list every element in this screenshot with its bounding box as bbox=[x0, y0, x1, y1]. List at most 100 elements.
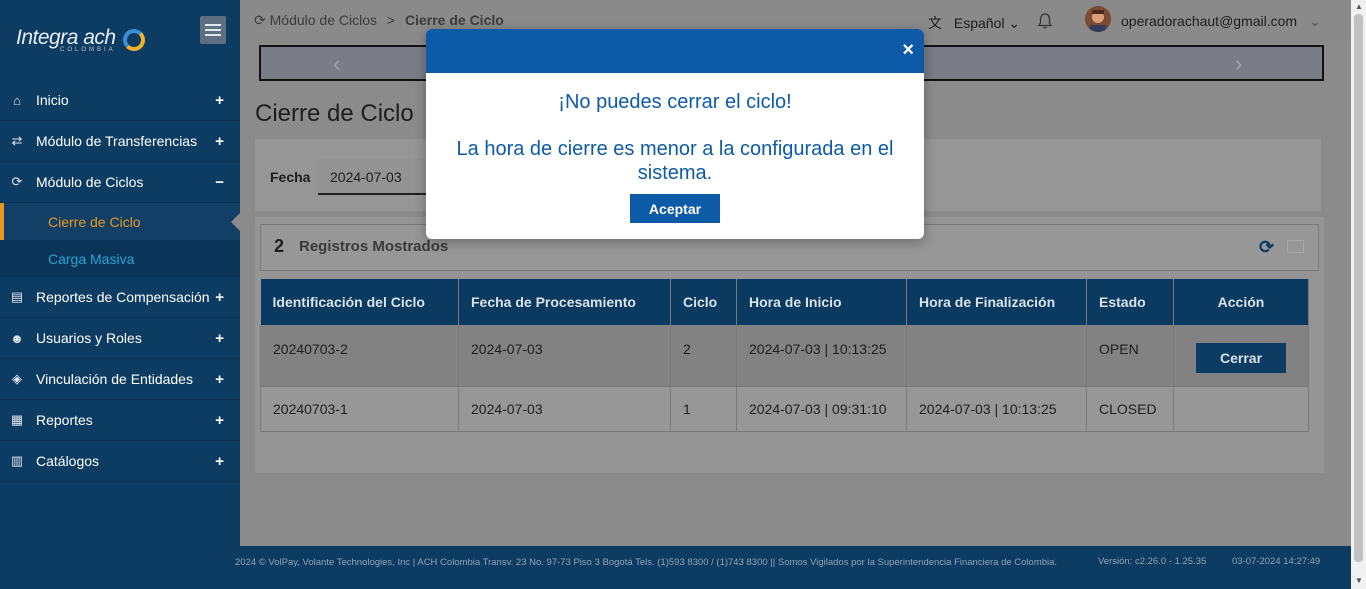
breadcrumb-current: Cierre de Ciclo bbox=[404, 12, 504, 28]
document-icon: ▦ bbox=[10, 412, 24, 427]
user-email: operadorachaut@gmail.com bbox=[1121, 13, 1298, 29]
chevron-right-icon[interactable]: › bbox=[1235, 51, 1242, 77]
column-header: Hora de Inicio bbox=[736, 279, 907, 325]
column-header: Acción bbox=[1173, 279, 1309, 325]
sidebar-item-vinculacion[interactable]: ◈ Vinculación de Entidades + bbox=[0, 359, 240, 400]
cell-ciclo: 2 bbox=[670, 325, 737, 387]
cell-fecha: 2024-07-03 bbox=[458, 325, 671, 387]
date-input[interactable]: 2024-07-03 bbox=[318, 159, 438, 195]
cell-ciclo: 1 bbox=[670, 386, 737, 432]
bell-icon[interactable] bbox=[1036, 12, 1054, 30]
cell-id: 20240703-1 bbox=[260, 386, 459, 432]
home-icon: ⌂ bbox=[13, 92, 21, 108]
close-cycle-button[interactable]: Cerrar bbox=[1196, 343, 1286, 373]
sidebar-item-label: Catálogos bbox=[36, 453, 100, 469]
users-icon: ☻ bbox=[10, 330, 24, 346]
expand-icon: + bbox=[215, 330, 224, 347]
expand-icon: + bbox=[215, 92, 224, 109]
sidebar-item-usuarios-roles[interactable]: ☻ Usuarios y Roles + bbox=[0, 318, 240, 359]
table-header-row: Identificación del Ciclo Fecha de Proces… bbox=[260, 279, 1309, 325]
accept-button[interactable]: Aceptar bbox=[630, 194, 720, 223]
sidebar-item-label: Usuarios y Roles bbox=[36, 330, 142, 346]
cycles-table: Identificación del Ciclo Fecha de Proces… bbox=[260, 279, 1309, 432]
sidebar-item-transferencias[interactable]: ⇄ Módulo de Transferencias + bbox=[0, 121, 240, 162]
chevron-down-icon: ⌄ bbox=[1308, 13, 1321, 29]
cell-fin: 2024-07-03 | 10:13:25 bbox=[906, 386, 1087, 432]
expand-icon: + bbox=[215, 412, 224, 429]
language-label: Español bbox=[953, 15, 1005, 31]
expand-icon: + bbox=[215, 371, 224, 388]
grid-icon[interactable] bbox=[1287, 240, 1304, 253]
link-icon: ◈ bbox=[12, 371, 22, 386]
modal-title: ¡No puedes cerrar el ciclo! bbox=[558, 91, 792, 113]
column-header: Hora de Finalización bbox=[906, 279, 1087, 325]
expand-icon: + bbox=[215, 453, 224, 470]
sidebar-subitem-cierre-de-ciclo[interactable]: Cierre de Ciclo bbox=[0, 203, 241, 240]
expand-icon: + bbox=[215, 133, 224, 150]
scroll-up-icon[interactable]: ▲ bbox=[1355, 2, 1363, 11]
book-icon: ▥ bbox=[10, 453, 24, 468]
scroll-down-icon[interactable]: ▼ bbox=[1355, 576, 1363, 585]
table-row[interactable]: 20240703-1 2024-07-03 1 2024-07-03 | 09:… bbox=[260, 386, 1309, 432]
footer-datetime: 03-07-2024 14:27:49 bbox=[1232, 556, 1321, 567]
expand-icon: + bbox=[215, 289, 224, 306]
column-header: Ciclo bbox=[670, 279, 737, 325]
refresh-icon[interactable]: ⟳ bbox=[1259, 237, 1274, 258]
cell-accion bbox=[1173, 386, 1309, 432]
scrollbar[interactable]: ▲ ▼ bbox=[1351, 0, 1366, 589]
translate-icon: 文 bbox=[928, 15, 942, 31]
cell-estado: OPEN bbox=[1086, 325, 1174, 387]
column-header: Identificación del Ciclo bbox=[260, 279, 459, 325]
scroll-thumb[interactable] bbox=[1354, 14, 1363, 562]
sidebar-item-label: Inicio bbox=[36, 92, 69, 108]
logo-ring-icon bbox=[123, 29, 145, 51]
sidebar-item-label: Módulo de Ciclos bbox=[36, 174, 144, 190]
cell-accion: Cerrar bbox=[1173, 325, 1309, 387]
page-title: Cierre de Ciclo bbox=[255, 100, 414, 127]
close-icon[interactable]: × bbox=[902, 39, 914, 62]
column-header: Fecha de Procesamiento bbox=[458, 279, 671, 325]
sidebar-item-inicio[interactable]: ⌂ Inicio + bbox=[0, 80, 240, 121]
cell-inicio: 2024-07-03 | 10:13:25 bbox=[736, 325, 907, 387]
avatar[interactable] bbox=[1085, 6, 1111, 32]
error-modal: × ¡No puedes cerrar el ciclo! La hora de… bbox=[426, 29, 924, 239]
cell-fecha: 2024-07-03 bbox=[458, 386, 671, 432]
breadcrumb: ⟳ Módulo de Ciclos > Cierre de Ciclo bbox=[254, 12, 504, 29]
logo: Integra ach COLOMBIA bbox=[0, 0, 240, 80]
cell-id: 20240703-2 bbox=[260, 325, 459, 387]
sidebar-item-label: Módulo de Transferencias bbox=[36, 133, 198, 149]
sidebar-item-ciclos[interactable]: ⟳ Módulo de Ciclos − bbox=[0, 162, 240, 203]
modal-header: × bbox=[426, 29, 924, 73]
chevron-left-icon[interactable]: ‹ bbox=[333, 51, 340, 77]
collapse-icon: − bbox=[215, 174, 224, 191]
breadcrumb-parent[interactable]: Módulo de Ciclos bbox=[270, 12, 377, 28]
footer: 2024 © VolPay, Volante Technologies, Inc… bbox=[235, 546, 1351, 589]
sidebar-item-reportes-compensacion[interactable]: ▤ Reportes de Compensación + bbox=[0, 277, 240, 318]
breadcrumb-separator: > bbox=[386, 12, 396, 28]
sidebar-item-label: Reportes bbox=[36, 412, 93, 428]
footer-text: 2024 © VolPay, Volante Technologies, Inc… bbox=[235, 557, 1058, 568]
table-row[interactable]: 20240703-2 2024-07-03 2 2024-07-03 | 10:… bbox=[260, 325, 1309, 387]
date-label: Fecha bbox=[270, 169, 311, 185]
sidebar-item-catalogos[interactable]: ▥ Catálogos + bbox=[0, 441, 240, 482]
sidebar-item-reportes[interactable]: ▦ Reportes + bbox=[0, 400, 240, 441]
refresh-icon: ⟳ bbox=[11, 174, 23, 189]
column-header: Estado bbox=[1086, 279, 1174, 325]
modal-message: La hora de cierre es menor a la configur… bbox=[456, 138, 894, 184]
cell-fin bbox=[906, 325, 1087, 387]
sidebar-subitem-carga-masiva[interactable]: Carga Masiva bbox=[0, 240, 240, 277]
language-selector[interactable]: 文 Español ⌄ bbox=[928, 13, 1020, 33]
cell-inicio: 2024-07-03 | 09:31:10 bbox=[736, 386, 907, 432]
exchange-icon: ⇄ bbox=[11, 133, 23, 148]
logo-subtitle: COLOMBIA bbox=[60, 47, 116, 53]
sidebar: Integra ach COLOMBIA ⌂ Inicio + ⇄ Módulo… bbox=[0, 0, 241, 589]
user-menu[interactable]: operadorachaut@gmail.com ⌄ bbox=[1121, 13, 1321, 30]
sidebar-item-label: Vinculación de Entidades bbox=[36, 371, 193, 387]
file-icon: ▤ bbox=[10, 289, 24, 304]
record-label: Registros Mostrados bbox=[299, 238, 449, 255]
sidebar-item-label: Reportes de Compensación bbox=[36, 289, 210, 305]
menu-toggle-button[interactable] bbox=[200, 16, 226, 44]
footer-version: Versión: c2.26.0 - 1.25.35 bbox=[1098, 556, 1207, 567]
cell-estado: CLOSED bbox=[1086, 386, 1174, 432]
record-count: 2 bbox=[274, 236, 285, 256]
